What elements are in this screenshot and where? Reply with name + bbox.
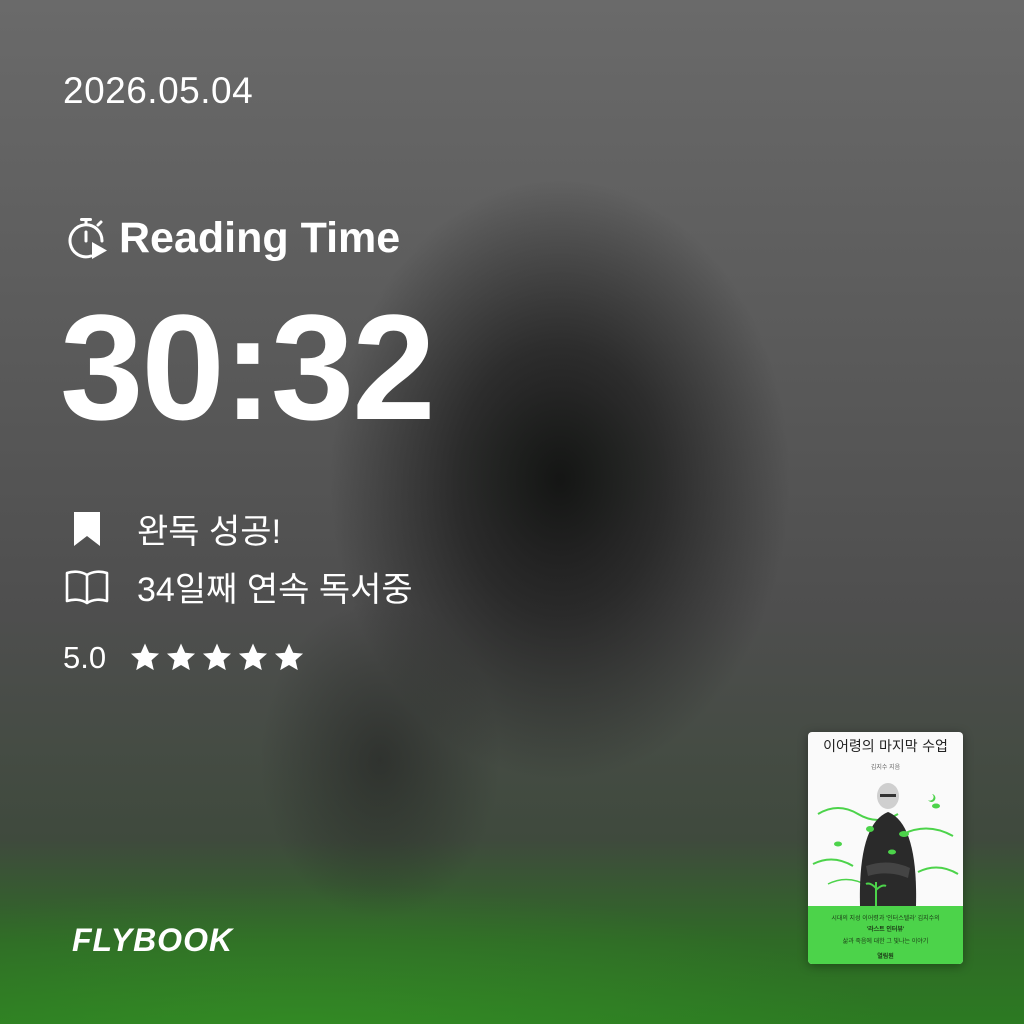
book-band-line: 시대의 지성 이어령과 '인터스텔라' 김지수의 [831, 916, 940, 922]
reading-share-card: 2026.05.04 Reading Time 30:32 완독 성공! 34일… [0, 0, 1024, 1024]
stopwatch-play-icon [63, 215, 109, 261]
book-cover[interactable]: 이어령의 마지막 수업 김지수 지음 시대의 지성 이어령과 '인터스텔라' 김… [808, 732, 963, 964]
book-title: 이어령의 마지막 수업 [823, 739, 948, 755]
book-band-line: 삶과 죽음에 대한 그 빛나는 이야기 [842, 939, 929, 945]
book-cover-band: 시대의 지성 이어령과 '인터스텔라' 김지수의 '라스트 인터뷰' 삶과 죽음… [808, 906, 963, 964]
reading-date: 2026.05.04 [63, 70, 254, 111]
completion-status: 완독 성공! [63, 504, 281, 553]
rating-value: 5.0 [63, 640, 107, 675]
book-cover-illustration [812, 783, 959, 906]
star-icon [131, 643, 160, 671]
star-icon [239, 643, 268, 671]
streak-text: 34일째 연속 독서중 [137, 571, 413, 609]
star-icon [275, 643, 304, 671]
completion-text: 완독 성공! [137, 513, 282, 551]
reading-time-header: Reading Time [63, 210, 400, 266]
open-book-icon [63, 567, 111, 607]
star-icon [167, 643, 196, 671]
book-author: 김지수 지음 [870, 765, 901, 771]
streak-status: 34일째 연속 독서중 [63, 562, 413, 611]
reading-time-label: Reading Time [119, 213, 401, 262]
rating-stars [128, 641, 308, 675]
reading-time-value: 30:32 [60, 283, 436, 451]
book-publisher: 열림원 [877, 954, 894, 960]
star-icon [203, 643, 232, 671]
bookmark-icon [63, 509, 111, 549]
book-band-line: '라스트 인터뷰' [866, 927, 905, 933]
rating: 5.0 [63, 640, 308, 676]
flybook-logo: FLYBOOK [72, 922, 234, 958]
